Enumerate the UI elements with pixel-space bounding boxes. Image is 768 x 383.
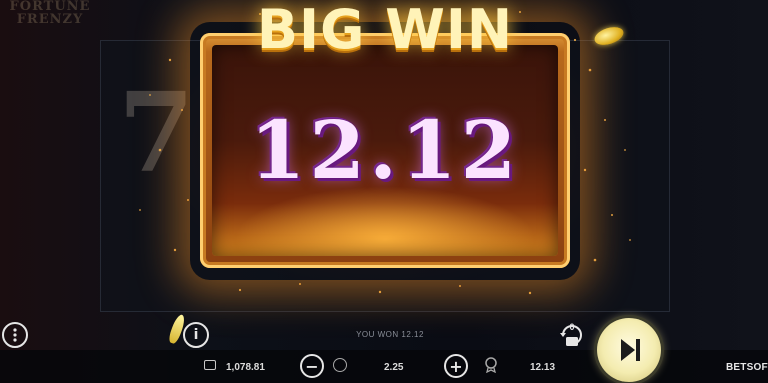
- bet-value: 2.25: [384, 362, 404, 373]
- seven-symbol-icon: 7: [118, 68, 195, 197]
- big-win-title: BIG WIN: [256, 0, 514, 61]
- big-win-amount: 12.12: [249, 103, 521, 197]
- trophy-icon: [485, 357, 497, 373]
- game-logo: FORTUNE FRENZY: [2, 0, 98, 26]
- info-icon: i: [193, 327, 199, 343]
- plus-icon: +: [449, 356, 463, 376]
- autoplay-count: 0: [569, 322, 575, 332]
- logo-line-2: FRENZY: [16, 12, 84, 27]
- coins-icon: [333, 358, 347, 372]
- game-screen: FORTUNE FRENZY 7 BIG WIN 12.12 i YOU WON…: [0, 0, 768, 383]
- brand-logo: BETSOFT: [726, 362, 768, 373]
- win-value: 12.13: [530, 362, 556, 373]
- spin-button[interactable]: [597, 318, 661, 382]
- vertical-dots-icon: [13, 328, 17, 342]
- decrease-bet-button[interactable]: −: [300, 354, 324, 378]
- win-message: YOU WON 12.12: [356, 330, 424, 339]
- menu-button[interactable]: [2, 322, 28, 348]
- increase-bet-button[interactable]: +: [444, 354, 468, 378]
- play-skip-icon: [621, 339, 640, 361]
- wallet-icon: [204, 360, 216, 370]
- balance-value: 1,078.81: [226, 362, 265, 373]
- info-button[interactable]: i: [183, 322, 209, 348]
- minus-icon: −: [305, 356, 319, 376]
